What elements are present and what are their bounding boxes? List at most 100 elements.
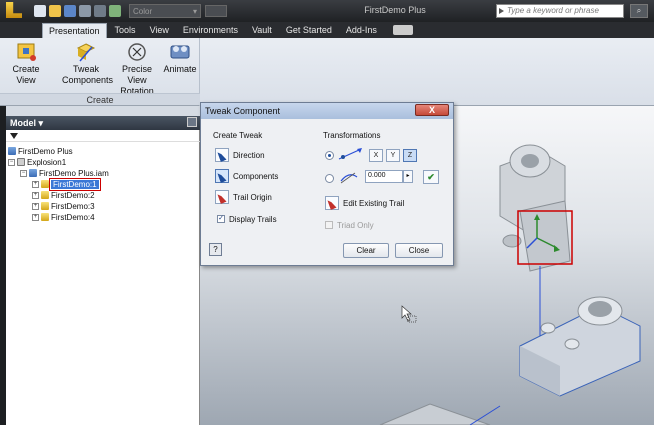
open-folder-icon[interactable] bbox=[49, 5, 61, 17]
color-combo[interactable]: Color ▾ bbox=[129, 4, 201, 18]
direction-button[interactable]: Direction bbox=[215, 147, 265, 163]
browser-header-label: Model bbox=[10, 118, 36, 128]
precise-view-rotation-label: Precise View Rotation bbox=[120, 64, 154, 96]
tree-node-label: FirstDemo Plus.iam bbox=[39, 168, 109, 178]
edit-trail-select-icon bbox=[325, 196, 339, 210]
display-trails-option[interactable]: ✓ Display Trails bbox=[217, 211, 277, 227]
part-icon bbox=[41, 191, 49, 199]
tab-presentation[interactable]: Presentation bbox=[42, 23, 107, 38]
design-doctor-icon[interactable] bbox=[205, 5, 227, 17]
edit-existing-trail-label: Edit Existing Trail bbox=[343, 198, 405, 208]
tweak-components-label: Tweak Components bbox=[62, 64, 114, 85]
triad-only-label: Triad Only bbox=[337, 220, 374, 230]
ribbon-options-icon[interactable] bbox=[392, 25, 413, 35]
animate-button[interactable]: Animate bbox=[162, 41, 198, 75]
browser-header[interactable]: Model ▾ bbox=[6, 116, 200, 130]
triad-only-option[interactable]: Triad Only bbox=[325, 217, 374, 233]
ribbon-group-label: Create bbox=[0, 93, 200, 105]
tab-environments[interactable]: Environments bbox=[177, 23, 244, 38]
chevron-down-icon: ▾ bbox=[38, 118, 44, 128]
model-browser: Model ▾ FirstDemo Plus − Explosion1 − Fi… bbox=[0, 106, 200, 425]
part-firstdemo-3-model[interactable] bbox=[379, 403, 501, 425]
undo-icon[interactable] bbox=[79, 5, 91, 17]
direction-select-icon bbox=[215, 148, 229, 162]
tree-node-firstdemo-1[interactable]: + FirstDemo:1 bbox=[32, 177, 101, 191]
tab-tools[interactable]: Tools bbox=[109, 23, 142, 38]
axis-z-button[interactable]: Z bbox=[403, 149, 417, 162]
create-view-button[interactable]: Create View bbox=[4, 41, 48, 86]
redo-icon[interactable] bbox=[94, 5, 106, 17]
part-icon bbox=[41, 213, 49, 221]
tree-node-label: FirstDemo:2 bbox=[51, 190, 95, 200]
linear-move-radio[interactable] bbox=[325, 151, 334, 160]
binoculars-search-icon[interactable]: ⌕ bbox=[630, 4, 648, 18]
mouse-cursor-icon bbox=[401, 305, 417, 323]
dialog-title-bar[interactable]: Tweak Component X bbox=[201, 103, 453, 119]
edit-existing-trail-button[interactable]: Edit Existing Trail bbox=[325, 195, 404, 211]
dialog-close-button[interactable]: X bbox=[415, 104, 449, 116]
browser-filter-row bbox=[6, 130, 200, 142]
precise-view-rotation-icon bbox=[125, 41, 149, 63]
explosion-icon bbox=[17, 158, 25, 166]
new-file-icon[interactable] bbox=[34, 5, 46, 17]
ribbon-tabs: Presentation Tools View Environments Vau… bbox=[0, 22, 654, 38]
value-dropdown-arrow[interactable]: ▸ bbox=[403, 170, 413, 183]
application-menu-button[interactable] bbox=[0, 0, 30, 22]
return-icon[interactable] bbox=[109, 5, 121, 17]
tree-node-presentation[interactable]: FirstDemo Plus bbox=[8, 146, 73, 156]
trail-origin-button[interactable]: Trail Origin bbox=[215, 189, 272, 205]
apply-checkmark-button[interactable]: ✔ bbox=[423, 170, 439, 184]
trail-origin-label: Trail Origin bbox=[233, 192, 272, 202]
collapse-icon[interactable]: − bbox=[20, 169, 27, 177]
components-button[interactable]: Components bbox=[215, 168, 278, 184]
precise-view-rotation-button[interactable]: Precise View Rotation bbox=[112, 41, 162, 97]
part-icon bbox=[41, 180, 49, 188]
browser-help-icon[interactable] bbox=[187, 117, 197, 127]
help-button[interactable]: ? bbox=[209, 243, 222, 256]
save-icon[interactable] bbox=[64, 5, 76, 17]
display-trails-checkbox[interactable]: ✓ bbox=[217, 215, 225, 223]
expand-icon[interactable]: + bbox=[32, 202, 39, 210]
collapse-icon[interactable]: − bbox=[8, 158, 15, 166]
tree-node-assembly[interactable]: − FirstDemo Plus.iam bbox=[20, 168, 109, 178]
dialog-body: Create Tweak Direction Components Trail … bbox=[201, 119, 453, 265]
browser-top-strip bbox=[6, 106, 200, 116]
axis-x-button[interactable]: X bbox=[369, 149, 383, 162]
animate-label: Animate bbox=[163, 64, 197, 74]
linear-move-icon bbox=[337, 147, 365, 163]
tree-node-firstdemo-2[interactable]: + FirstDemo:2 bbox=[32, 190, 95, 200]
tree-node-firstdemo-4[interactable]: + FirstDemo:4 bbox=[32, 212, 95, 222]
expand-icon[interactable]: + bbox=[32, 213, 39, 221]
transformations-title: Transformations bbox=[323, 131, 381, 140]
tab-get-started[interactable]: Get Started bbox=[280, 23, 338, 38]
part-firstdemo-2-model[interactable] bbox=[519, 296, 641, 397]
tab-view[interactable]: View bbox=[144, 23, 175, 38]
color-combo-value: Color bbox=[133, 6, 153, 16]
window-title: FirstDemo Plus bbox=[364, 5, 426, 15]
trail-origin-select-icon bbox=[215, 190, 229, 204]
expand-icon[interactable]: + bbox=[32, 191, 39, 199]
tree-node-label: FirstDemo Plus bbox=[18, 146, 73, 156]
rotate-radio[interactable] bbox=[325, 174, 334, 183]
tab-add-ins[interactable]: Add-Ins bbox=[340, 23, 383, 38]
triad-only-checkbox[interactable] bbox=[325, 221, 333, 229]
tree-node-explosion[interactable]: − Explosion1 bbox=[8, 157, 66, 167]
direction-label: Direction bbox=[233, 150, 265, 160]
tweak-component-dialog: Tweak Component X Create Tweak Direction… bbox=[200, 102, 454, 266]
rotate-icon bbox=[337, 169, 361, 187]
clear-button[interactable]: Clear bbox=[343, 243, 389, 258]
filter-icon[interactable] bbox=[10, 133, 18, 139]
tree-node-label: FirstDemo:3 bbox=[51, 201, 95, 211]
help-search-input[interactable]: Type a keyword or phrase bbox=[496, 4, 624, 18]
inventor-window: Color ▾ FirstDemo Plus Type a keyword or… bbox=[0, 0, 654, 425]
part-firstdemo-1-model[interactable] bbox=[499, 144, 571, 272]
tweak-components-button[interactable]: Tweak Components bbox=[62, 41, 114, 86]
axis-y-button[interactable]: Y bbox=[386, 149, 400, 162]
expand-icon[interactable]: + bbox=[32, 180, 39, 188]
tweak-value-input[interactable]: 0.000 bbox=[365, 170, 403, 183]
close-button[interactable]: Close bbox=[395, 243, 443, 258]
title-bar: Color ▾ FirstDemo Plus Type a keyword or… bbox=[0, 0, 654, 22]
tree-node-firstdemo-3[interactable]: + FirstDemo:3 bbox=[32, 201, 95, 211]
tab-vault[interactable]: Vault bbox=[246, 23, 278, 38]
window-left-edge bbox=[0, 106, 6, 425]
